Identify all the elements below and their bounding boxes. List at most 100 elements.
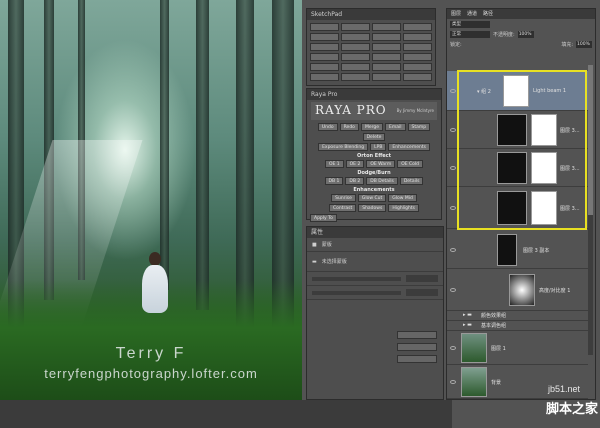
color-range-button[interactable] [397,343,437,351]
visibility-eye-icon[interactable] [450,380,456,384]
raya-button[interactable]: Highlights [388,204,419,212]
blend-mode-select[interactable]: 正常 [450,30,490,38]
raya-button[interactable]: DB Details [366,177,398,185]
visibility-eye-icon[interactable] [450,346,456,350]
layer-row[interactable]: 图层 3 副本 [447,231,588,269]
sketchpad-button[interactable] [310,63,339,71]
raya-button[interactable]: OE Cold [397,160,424,168]
sketchpad-button[interactable] [403,73,432,81]
raya-button[interactable]: Email [385,123,406,131]
folder-icon: ▸ ▬ [463,322,472,328]
mask-icon: ■ [312,241,317,248]
raya-button[interactable]: Sunrise [331,194,356,202]
raya-button[interactable]: Stamp [407,123,431,131]
sketchpad-button[interactable] [341,63,370,71]
raya-button[interactable]: Merge [360,123,383,131]
raya-button[interactable]: Glow Mid [388,194,417,202]
layer-row[interactable]: 图层 3... [447,111,588,149]
layers-panel: 图层 通道 路径 类型 正常 不透明度: 100% 锁定: 填充: 100% ▾… [446,8,596,400]
status-bar [0,400,452,428]
opacity-field[interactable]: 100% [517,30,534,38]
raya-button[interactable]: Exposure Blending [318,143,369,151]
fill-field[interactable]: 100% [576,40,592,48]
raya-button[interactable]: Redo [339,123,359,131]
raya-button[interactable]: DB 1 [324,177,344,185]
masks-label: 蒙版 [321,242,332,248]
raya-pro-logo: RAYA PRO [315,103,387,117]
sketchpad-title: SketchPad [307,9,435,20]
layer-kind-filter[interactable]: 类型 [450,20,490,28]
raya-pro-header: RAYA PRO By Jimmy McIntyre [311,102,437,120]
raya-button[interactable]: Shadows [358,204,387,212]
image-canvas[interactable]: Terry F terryfengphotography.lofter.com [0,0,302,400]
raya-button[interactable]: Undo [317,123,338,131]
visibility-eye-icon[interactable] [450,248,456,252]
folder-icon: ▬ [312,258,317,265]
raya-button[interactable]: Contrast [328,204,357,212]
sketchpad-button[interactable] [310,53,339,61]
raya-button[interactable]: Apply To [310,214,337,222]
sketchpad-button[interactable] [310,23,339,31]
sketchpad-button[interactable] [372,33,401,41]
layer-row[interactable]: 图层 3... [447,187,588,229]
raya-button[interactable]: Glow Cut [357,194,387,202]
layer-row-light-beam[interactable]: ▾ 组 2 Light beam 1 [447,71,588,111]
visibility-eye-icon[interactable] [450,89,456,93]
visibility-eye-icon[interactable] [450,128,456,132]
tab-layers[interactable]: 图层 [451,9,461,19]
sketchpad-button[interactable] [341,23,370,31]
layer-name: 图层 3... [560,166,580,172]
visibility-eye-icon[interactable] [450,166,456,170]
layer-group-row[interactable]: ▸ ▬ 基本调色组 [447,321,588,331]
sketchpad-button[interactable] [310,73,339,81]
layers-scrollbar[interactable] [588,65,593,355]
sketchpad-button[interactable] [372,23,401,31]
density-row[interactable] [307,272,443,286]
tab-paths[interactable]: 路径 [483,9,493,19]
sketchpad-button[interactable] [403,53,432,61]
mask-edge-button[interactable] [397,331,437,339]
group-label: ▾ 组 2 [477,89,491,95]
sketchpad-button[interactable] [403,63,432,71]
sketchpad-button[interactable] [403,43,432,51]
sketchpad-button[interactable] [403,23,432,31]
properties-panel: 属性 ■ 蒙版 ▬ 未选择蒙版 [306,226,444,400]
layer-row[interactable]: 图层 3... [447,149,588,187]
sketchpad-button[interactable] [341,43,370,51]
layer-name: Light beam 1 [533,88,567,94]
layer-name: 基本调色组 [481,323,507,329]
sketchpad-button[interactable] [372,43,401,51]
raya-button[interactable]: OE Warm [366,160,396,168]
layer-group-row[interactable]: ▸ ▬ 颜色效果组 [447,311,588,321]
sketchpad-button[interactable] [372,63,401,71]
sketchpad-button[interactable] [372,53,401,61]
opacity-label: 不透明度: [493,31,515,38]
sketchpad-button[interactable] [310,33,339,41]
layer-name: 图层 3 副本 [523,248,550,254]
feather-row[interactable] [307,286,443,300]
layer-row[interactable]: 图层 1 [447,331,588,365]
layer-row[interactable]: 高度/对比度 1 [447,269,588,311]
sketchpad-button[interactable] [341,73,370,81]
sketchpad-button[interactable] [372,73,401,81]
no-mask-label: 未选择蒙版 [321,259,347,265]
sketchpad-button[interactable] [341,33,370,41]
visibility-eye-icon[interactable] [450,206,456,210]
raya-button[interactable]: Enhancements [388,143,430,151]
sketchpad-button[interactable] [341,53,370,61]
raya-button[interactable]: OE 1 [324,160,344,168]
raya-button[interactable]: OE 2 [345,160,365,168]
raya-button[interactable]: LPB [370,143,387,151]
layer-name: 图层 3... [560,206,580,212]
sketchpad-button[interactable] [403,33,432,41]
raya-button[interactable]: DB 2 [345,177,365,185]
raya-button[interactable]: Details [399,177,424,185]
sketchpad-panel: SketchPad [306,8,436,86]
visibility-eye-icon[interactable] [450,288,456,292]
sketchpad-button[interactable] [310,43,339,51]
tab-channels[interactable]: 通道 [467,9,477,19]
raya-button[interactable]: Delete [362,133,386,141]
invert-button[interactable] [397,355,437,363]
girl-figure [140,252,170,314]
properties-title: 属性 [307,227,443,238]
